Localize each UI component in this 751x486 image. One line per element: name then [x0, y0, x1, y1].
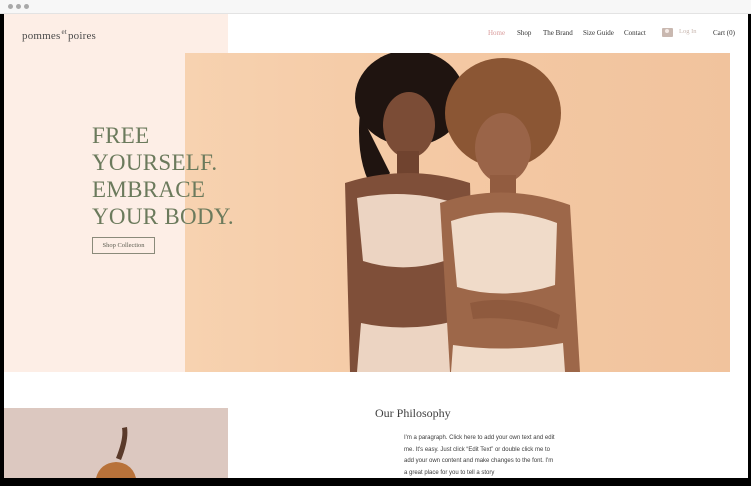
pear-stem-illustration [96, 427, 136, 478]
user-avatar-icon[interactable] [662, 28, 673, 37]
logo-end: poires [67, 30, 97, 42]
philosophy-title: Our Philosophy [375, 406, 451, 420]
logo-superscript: et [61, 28, 67, 36]
hero-models-illustration [345, 53, 580, 372]
logo-main: pommes [22, 30, 61, 42]
shop-collection-button[interactable]: Shop Collection [92, 237, 155, 254]
philosophy-paragraph[interactable]: I'm a paragraph. Click here to add your … [404, 433, 574, 478]
cart-link[interactable]: Cart (0) [713, 29, 735, 37]
nav-item-shop[interactable]: Shop [517, 29, 531, 37]
paragraph-line: a great place for you to tell a story [404, 469, 495, 476]
hero-image [185, 53, 730, 372]
paragraph-line: add your own content and make changes to… [404, 458, 554, 464]
window-dot-icon[interactable] [8, 4, 13, 9]
login-link[interactable]: Log In [679, 28, 697, 35]
hero-headline: FREE YOURSELF. EMBRACE YOUR BODY. [92, 122, 234, 230]
headline-line: YOURSELF. [92, 150, 218, 175]
paragraph-line: I'm a paragraph. Click here to add your … [404, 435, 555, 441]
headline-line: YOUR BODY. [92, 204, 234, 229]
nav-item-contact[interactable]: Contact [624, 29, 646, 37]
window-dot-icon[interactable] [16, 4, 21, 9]
web-page: pommesetpoires Home Shop The Brand Size … [4, 14, 748, 478]
nav-item-the-brand[interactable]: The Brand [543, 29, 573, 37]
headline-line: FREE [92, 123, 150, 148]
philosophy-image [4, 408, 228, 478]
headline-line: EMBRACE [92, 177, 206, 202]
window-dot-icon[interactable] [24, 4, 29, 9]
screenshot-frame: pommesetpoires Home Shop The Brand Size … [0, 0, 751, 486]
nav-item-home[interactable]: Home [488, 29, 505, 37]
browser-chrome [0, 0, 751, 14]
site-logo[interactable]: pommesetpoires [22, 28, 96, 42]
nav-item-size-guide[interactable]: Size Guide [583, 29, 614, 37]
paragraph-line: me. It's easy. Just click “Edit Text” or… [404, 446, 550, 453]
